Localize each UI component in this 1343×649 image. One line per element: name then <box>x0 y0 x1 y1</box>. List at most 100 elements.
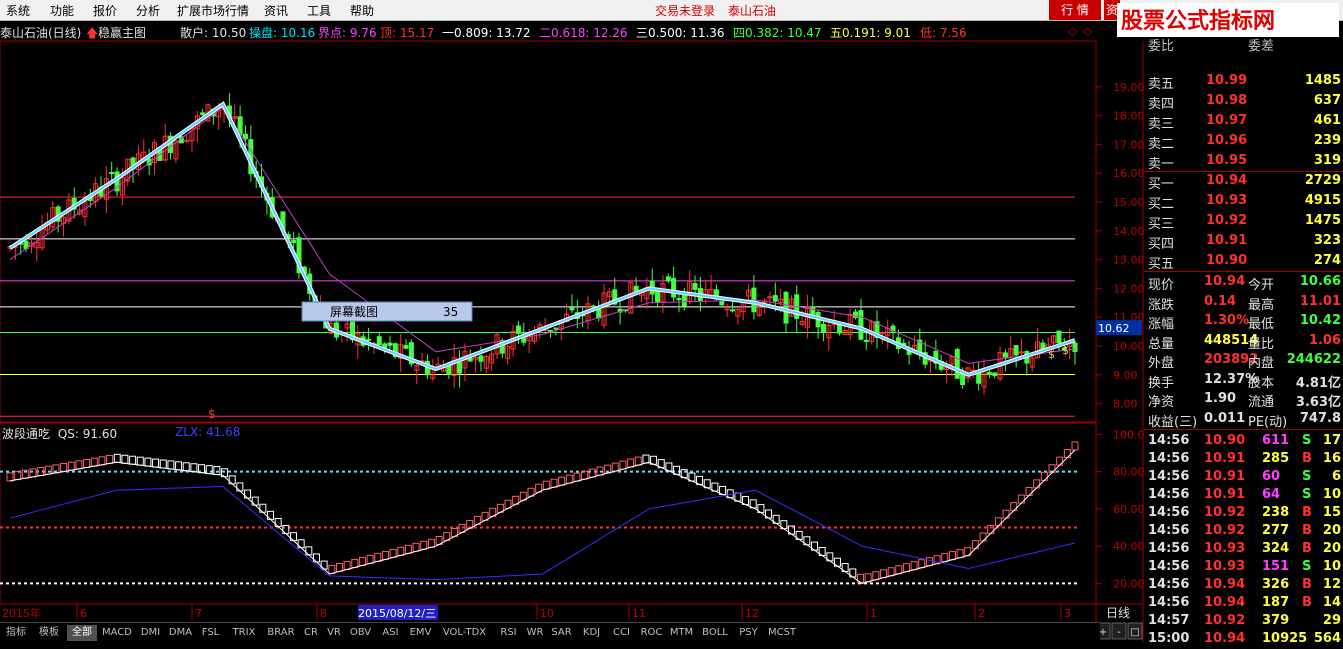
tab-cr[interactable]: CR <box>301 625 321 641</box>
zlx-value: ZLX: 41.68 <box>175 425 241 439</box>
sub-histogram-box <box>1025 486 1033 496</box>
tick-volume: 151 <box>1262 559 1290 574</box>
sub-histogram-box <box>910 561 918 571</box>
ask-price: 10.99 <box>1206 73 1248 88</box>
sub-axis-label: 80.00 <box>1113 466 1145 479</box>
tab-rsi[interactable]: RSI <box>495 625 522 641</box>
price-tick-label: 14.00 <box>1113 225 1145 238</box>
indicator-name[interactable]: 稳赢主图 <box>98 24 146 41</box>
price-tick-label: 19.00 <box>1113 81 1145 94</box>
bid-row: 买五 10.90 274 <box>1144 252 1343 272</box>
tab-mtm[interactable]: MTM <box>668 625 695 641</box>
tab-全部[interactable]: 全部 <box>67 625 97 641</box>
ask-row: 卖一 10.95 319 <box>1144 152 1343 172</box>
ask-volume: 239 <box>1313 133 1341 148</box>
tab-trix[interactable]: TRIX <box>227 625 261 641</box>
sub-histogram-box <box>389 548 397 558</box>
sub-histogram-box <box>259 503 267 513</box>
tab-dmi[interactable]: DMI <box>137 625 164 641</box>
tab-dma[interactable]: DMA <box>167 625 194 641</box>
ask-volume: 637 <box>1313 93 1341 108</box>
tab-wr[interactable]: WR <box>525 625 545 641</box>
stat-row: 总量 448514 量比 1.06 <box>1144 332 1343 352</box>
indicator-value-6: 三0.500: 11.36 <box>636 26 725 40</box>
tab-模板[interactable]: 模板 <box>34 625 64 641</box>
price-tick-label: 8.00 <box>1113 398 1138 411</box>
candle-body <box>960 373 966 386</box>
sub-histogram-box <box>397 546 405 556</box>
ask-price: 10.97 <box>1206 113 1248 128</box>
sub-histogram-box <box>542 480 550 490</box>
tick-volume: 611 <box>1262 433 1290 448</box>
bid-volume: 274 <box>1313 253 1341 268</box>
tab-brar[interactable]: BRAR <box>264 625 298 641</box>
tick-price: 10.91 <box>1204 451 1246 466</box>
stat-label: 收益(三) <box>1148 414 1198 430</box>
candle-body <box>1056 330 1062 344</box>
sub-chart-frame <box>0 422 1097 605</box>
candle-body <box>403 344 409 349</box>
tab-macd[interactable]: MACD <box>100 625 134 641</box>
tab-kdj[interactable]: KDJ <box>578 625 605 641</box>
tick-side: S <box>1302 469 1312 484</box>
candle-body <box>457 362 463 374</box>
sub-axis-label: 100.0 <box>1113 428 1145 441</box>
tick-volume: 326 <box>1262 577 1290 592</box>
sub-chart-title[interactable]: 波段通吃 <box>2 427 50 441</box>
sub-histogram-box <box>136 456 144 466</box>
sub-histogram-box <box>106 454 114 464</box>
sub-histogram-box <box>343 560 351 570</box>
chart-canvas[interactable]: 19.0018.0017.0016.0015.0014.0013.0012.00… <box>0 0 1343 642</box>
diamond-icon[interactable]: ◇ <box>1068 24 1077 38</box>
tab-vol-tdx[interactable]: VOL-TDX <box>437 625 492 641</box>
bid-label: 买三 <box>1148 217 1175 232</box>
tick-row: 14:56 10.94 187 B 14 <box>1144 594 1343 613</box>
stat-label: 股本 <box>1248 375 1275 391</box>
sub-axis-label: 40.00 <box>1113 540 1145 553</box>
candle-body <box>569 307 575 311</box>
stat-label: 今开 <box>1248 278 1275 293</box>
sub-histogram-box <box>902 563 910 573</box>
tick-row: 14:57 10.92 379 29 <box>1144 612 1343 631</box>
sub-histogram-box <box>404 544 412 554</box>
sub-histogram-box <box>320 560 328 570</box>
tab-asi[interactable]: ASI <box>377 625 404 641</box>
tick-volume: 64 <box>1262 487 1281 502</box>
tab-fsl[interactable]: FSL <box>197 625 224 641</box>
tab-cci[interactable]: CCI <box>608 625 635 641</box>
tab-vr[interactable]: VR <box>324 625 344 641</box>
tab-obv[interactable]: OBV <box>347 625 374 641</box>
stat-label: 涨幅 <box>1148 317 1175 332</box>
indicator-value-0: 散户: 10.50 <box>180 26 247 40</box>
ask-row: 卖四 10.98 637 <box>1144 92 1343 112</box>
sub-histogram-box <box>152 458 160 468</box>
candle-body <box>376 336 382 346</box>
tab-boll[interactable]: BOLL <box>698 625 732 641</box>
coin-icon: $ <box>1062 344 1069 357</box>
sub-histogram-box <box>228 475 236 485</box>
tab-emv[interactable]: EMV <box>407 625 434 641</box>
indicator-values: 散户: 10.50 操盘: 10.16 界点: 9.76 顶: 15.17 一0.809… <box>180 22 1080 40</box>
tab-psy[interactable]: PSY <box>735 625 762 641</box>
tab-mcst[interactable]: MCST <box>765 625 799 641</box>
sub-histogram-box <box>381 550 389 560</box>
candle-body <box>837 324 843 334</box>
sub-histogram-box <box>213 466 221 476</box>
tab-指标[interactable]: 指标 <box>1 625 31 641</box>
current-price-label: 10.62 <box>1098 322 1130 335</box>
tick-side: S <box>1302 433 1312 448</box>
tick-time: 14:56 <box>1148 451 1190 466</box>
sub-histogram-box <box>83 458 91 468</box>
diamond-icon[interactable]: ◇ <box>1083 24 1092 38</box>
candle-body <box>692 283 698 290</box>
tab-roc[interactable]: ROC <box>638 625 665 641</box>
sub-histogram-box <box>558 476 566 486</box>
chart-title: 泰山石油(日线) <box>0 26 82 40</box>
ask-volume: 461 <box>1313 113 1341 128</box>
sub-histogram-box <box>236 482 244 492</box>
tick-side: B <box>1302 541 1312 556</box>
candle-body <box>858 310 864 340</box>
candle-body <box>676 298 682 301</box>
tab-sar[interactable]: SAR <box>548 625 575 641</box>
quote-panel: 委比 委差 卖五 10.99 1485 卖四 10.98 637 卖三 10.97 461 卖二 10.… <box>1144 39 1343 646</box>
